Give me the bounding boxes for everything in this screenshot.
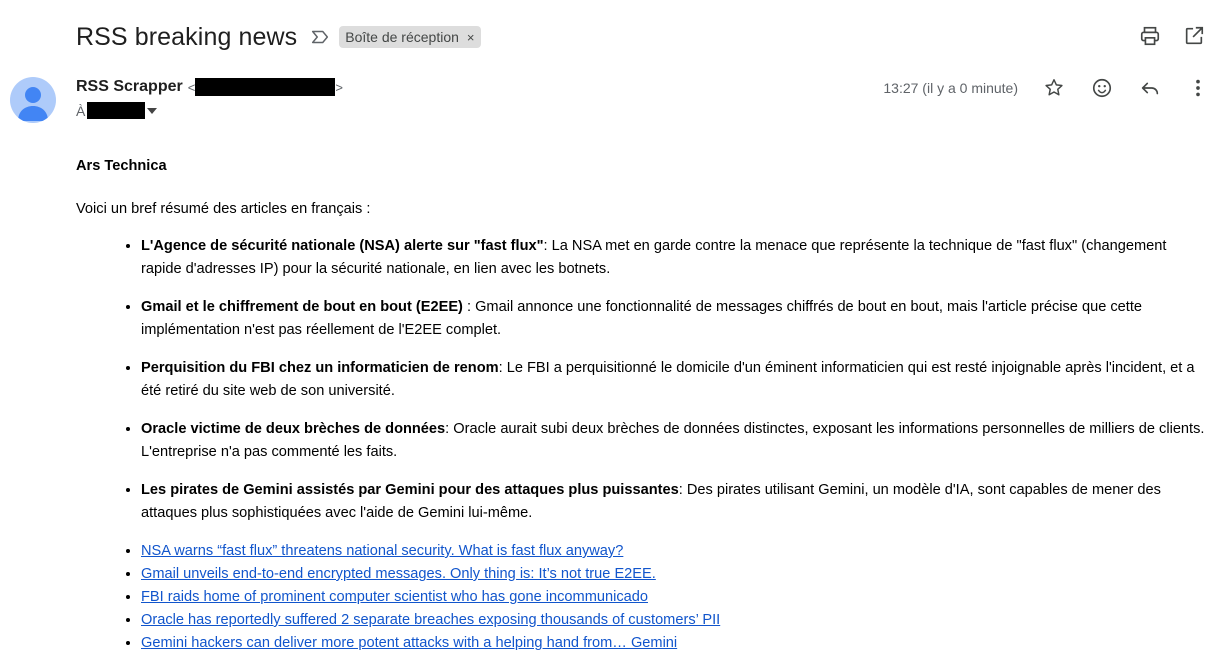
sender-name[interactable]: RSS Scrapper bbox=[76, 78, 183, 96]
inbox-label-chip[interactable]: Boîte de réception × bbox=[339, 26, 481, 48]
open-in-new-window-icon[interactable] bbox=[1182, 24, 1206, 48]
intro-text: Voici un bref résumé des articles en fra… bbox=[76, 201, 371, 217]
email-open-bracket: < bbox=[187, 79, 196, 95]
summary-item: Perquisition du FBI chez un informaticie… bbox=[141, 357, 1206, 403]
summary-item: Oracle victime de deux brèches de donnée… bbox=[141, 418, 1206, 464]
article-link[interactable]: NSA warns “fast flux” threatens national… bbox=[141, 543, 623, 559]
summary-item: L'Agence de sécurité nationale (NSA) ale… bbox=[141, 235, 1206, 281]
redacted-recipient bbox=[87, 102, 146, 119]
show-details-icon[interactable] bbox=[147, 107, 158, 114]
article-link[interactable]: Oracle has reportedly suffered 2 separat… bbox=[141, 612, 720, 628]
email-subject: RSS breaking news bbox=[76, 22, 298, 51]
summary-item: Gmail et le chiffrement de bout en bout … bbox=[141, 296, 1206, 342]
importance-marker-icon[interactable] bbox=[309, 26, 331, 48]
sender-email: < > bbox=[188, 78, 343, 96]
sender-avatar[interactable] bbox=[10, 77, 56, 123]
emoji-reaction-icon[interactable] bbox=[1090, 76, 1114, 100]
summary-title: Gmail et le chiffrement de bout en bout … bbox=[141, 299, 463, 315]
link-item: Oracle has reportedly suffered 2 separat… bbox=[141, 609, 1206, 632]
message-body: Ars Technica Voici un bref résumé des ar… bbox=[76, 155, 1206, 655]
reply-icon[interactable] bbox=[1138, 76, 1162, 100]
article-link[interactable]: FBI raids home of prominent computer sci… bbox=[141, 589, 648, 605]
link-item: NSA warns “fast flux” threatens national… bbox=[141, 540, 1206, 563]
summary-title: L'Agence de sécurité nationale (NSA) ale… bbox=[141, 238, 544, 254]
summary-list: L'Agence de sécurité nationale (NSA) ale… bbox=[76, 235, 1206, 525]
summary-title: Perquisition du FBI chez un informaticie… bbox=[141, 360, 499, 376]
source-title: Ars Technica bbox=[76, 158, 167, 174]
message-time: 13:27 (il y a 0 minute) bbox=[883, 80, 1018, 96]
summary-title: Les pirates de Gemini assistés par Gemin… bbox=[141, 482, 679, 498]
link-item: FBI raids home of prominent computer sci… bbox=[141, 586, 1206, 609]
subject-row: RSS breaking news Boîte de réception × bbox=[76, 18, 481, 56]
print-icon[interactable] bbox=[1138, 24, 1162, 48]
email-close-bracket: > bbox=[335, 79, 343, 95]
remove-label-button[interactable]: × bbox=[467, 30, 475, 45]
star-icon[interactable] bbox=[1042, 76, 1066, 100]
article-link[interactable]: Gemini hackers can deliver more potent a… bbox=[141, 635, 677, 651]
redacted-email bbox=[195, 78, 336, 96]
more-options-icon[interactable] bbox=[1186, 76, 1210, 100]
article-link[interactable]: Gmail unveils end-to-end encrypted messa… bbox=[141, 566, 656, 582]
recipients-row: À bbox=[76, 102, 158, 119]
to-label: À bbox=[76, 102, 86, 119]
sender-row: RSS Scrapper < > bbox=[76, 78, 343, 96]
article-links: NSA warns “fast flux” threatens national… bbox=[76, 540, 1206, 655]
summary-item: Les pirates de Gemini assistés par Gemin… bbox=[141, 479, 1206, 525]
message-meta: 13:27 (il y a 0 minute) bbox=[883, 76, 1210, 100]
summary-title: Oracle victime de deux brèches de donnée… bbox=[141, 421, 446, 437]
thread-actions bbox=[1138, 24, 1206, 48]
link-item: Gmail unveils end-to-end encrypted messa… bbox=[141, 563, 1206, 586]
inbox-label-text: Boîte de réception bbox=[345, 29, 459, 45]
